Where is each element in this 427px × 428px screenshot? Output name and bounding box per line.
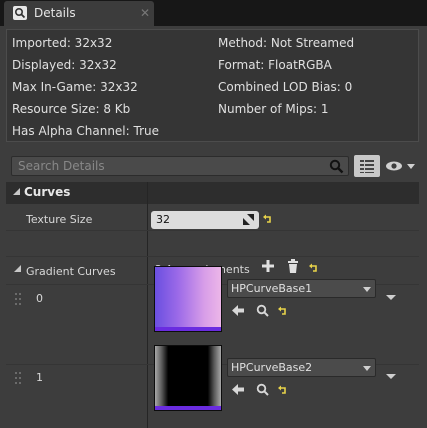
asset-type-bar: [155, 406, 221, 410]
element-menu-chevron-icon[interactable]: [386, 374, 396, 379]
texture-size-value: 32: [156, 213, 170, 226]
search-placeholder: Search Details: [18, 159, 105, 173]
row-divider: [6, 230, 419, 231]
asset-type-bar: [155, 327, 221, 331]
tab-title: Details: [34, 6, 76, 20]
grid-view-icon: [360, 160, 374, 173]
info-imported: Imported: 32x32: [12, 36, 113, 50]
gradient-curves-label: Gradient Curves: [26, 265, 116, 278]
view-options-button[interactable]: [384, 157, 418, 175]
column-splitter[interactable]: [147, 182, 148, 428]
info-method: Method: Not Streamed: [218, 36, 355, 50]
browse-search-icon[interactable]: [256, 304, 269, 317]
info-alpha: Has Alpha Channel: True: [12, 124, 159, 138]
curves-category-header[interactable]: Curves: [6, 182, 419, 204]
reset-to-default-icon[interactable]: [262, 213, 274, 225]
tab-details[interactable]: Details ✕: [4, 1, 154, 26]
add-element-icon[interactable]: [262, 260, 274, 272]
info-max-ingame: Max In-Game: 32x32: [12, 80, 138, 94]
tab-bar: Details ✕: [0, 0, 427, 26]
asset-picker-combo[interactable]: HPCurveBase2: [227, 358, 376, 377]
asset-name: HPCurveBase1: [231, 282, 313, 295]
texture-size-label: Texture Size: [26, 213, 93, 226]
row-divider: [6, 256, 419, 257]
element-index: 0: [36, 292, 43, 305]
drag-handle-icon[interactable]: [14, 371, 22, 385]
property-matrix-button[interactable]: [354, 155, 380, 177]
close-icon[interactable]: ✕: [140, 6, 150, 20]
info-lod-bias: Combined LOD Bias: 0: [218, 80, 353, 94]
use-selected-arrow-icon[interactable]: [232, 383, 245, 396]
element-menu-chevron-icon[interactable]: [386, 295, 396, 300]
texture-size-input[interactable]: 32: [151, 211, 259, 229]
trash-icon[interactable]: [287, 259, 299, 273]
reset-to-default-icon[interactable]: [308, 262, 320, 274]
collapse-triangle-icon[interactable]: [13, 188, 20, 195]
eye-icon: [386, 161, 415, 171]
use-selected-arrow-icon[interactable]: [232, 304, 245, 317]
search-input[interactable]: Search Details: [11, 156, 349, 176]
element-index: 1: [36, 371, 43, 384]
chevron-down-icon: [363, 366, 371, 371]
reset-to-default-icon[interactable]: [277, 305, 289, 317]
curve-thumbnail[interactable]: [154, 266, 222, 332]
info-mips: Number of Mips: 1: [218, 102, 329, 116]
category-title: Curves: [24, 185, 71, 199]
drag-handle-icon[interactable]: [14, 292, 22, 306]
details-panel: Imported: 32x32 Displayed: 32x32 Max In-…: [0, 26, 427, 428]
chevron-down-icon: [363, 287, 371, 292]
info-resource-size: Resource Size: 8 Kb: [12, 102, 131, 116]
search-icon[interactable]: [329, 159, 344, 174]
info-displayed: Displayed: 32x32: [12, 58, 117, 72]
info-format: Format: FloatRGBA: [218, 58, 332, 72]
asset-picker-combo[interactable]: HPCurveBase1: [227, 279, 376, 298]
details-magnifier-icon: [13, 6, 27, 20]
resize-corner-icon: [243, 214, 254, 225]
texture-info: Imported: 32x32 Displayed: 32x32 Max In-…: [6, 29, 419, 142]
curve-thumbnail[interactable]: [154, 345, 222, 411]
collapse-triangle-icon[interactable]: [14, 265, 21, 272]
browse-search-icon[interactable]: [256, 383, 269, 396]
reset-to-default-icon[interactable]: [277, 384, 289, 396]
asset-name: HPCurveBase2: [231, 361, 313, 374]
